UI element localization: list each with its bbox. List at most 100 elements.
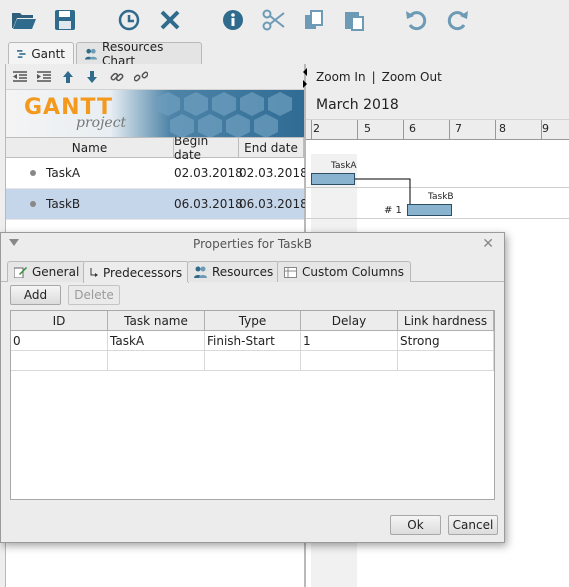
column-header-type[interactable]: Type bbox=[205, 311, 301, 330]
task-row-a[interactable]: TaskA 02.03.2018 02.03.2018 bbox=[6, 158, 308, 189]
column-header-task-name[interactable]: Task name bbox=[108, 311, 205, 330]
cancel-button[interactable]: Cancel bbox=[448, 515, 498, 535]
logo-subtitle: project bbox=[76, 115, 127, 131]
redo-icon[interactable] bbox=[443, 6, 471, 34]
people-icon bbox=[194, 266, 207, 278]
task-end-date: 06.03.2018 bbox=[239, 197, 308, 211]
tab-predecessors-label: Predecessors bbox=[103, 265, 183, 280]
column-header-id[interactable]: ID bbox=[11, 311, 108, 330]
task-bar-label: TaskA bbox=[331, 161, 357, 171]
ganttproject-logo: GANTT project bbox=[6, 90, 304, 137]
tab-resources-label: Resources bbox=[212, 265, 274, 279]
edit-icon bbox=[14, 267, 27, 278]
zoom-out-link[interactable]: Zoom Out bbox=[382, 70, 442, 84]
gantt-icon bbox=[17, 49, 26, 58]
cell-delay[interactable]: 1 bbox=[301, 331, 398, 350]
cell-task-name[interactable]: TaskA bbox=[108, 331, 205, 350]
arrow-down-right-icon bbox=[90, 267, 98, 277]
chart-row-divider bbox=[306, 187, 569, 188]
day-separator bbox=[403, 120, 404, 140]
predecessors-table: ID Task name Type Delay Link hardness 0 … bbox=[10, 310, 495, 500]
splitter-arrows-icon[interactable] bbox=[301, 66, 309, 92]
move-up-icon[interactable] bbox=[60, 69, 76, 85]
task-name: TaskA bbox=[46, 166, 81, 180]
timeline-month: March 2018 bbox=[306, 90, 569, 120]
day-separator bbox=[495, 120, 496, 140]
dependency-label: # 1 bbox=[384, 205, 402, 216]
cell-type[interactable]: Finish-Start bbox=[205, 331, 301, 350]
zoom-controls: Zoom In | Zoom Out bbox=[306, 64, 569, 90]
day-separator bbox=[311, 120, 312, 140]
unlink-icon[interactable] bbox=[133, 69, 149, 85]
move-down-icon[interactable] bbox=[84, 69, 100, 85]
column-header-begin-date[interactable]: Begin date bbox=[174, 134, 239, 162]
tab-general-label: General bbox=[32, 265, 80, 279]
dialog-title-bar[interactable]: Properties for TaskB ✕ bbox=[1, 233, 504, 255]
day-label: 2 bbox=[313, 122, 320, 135]
task-bar-b[interactable] bbox=[407, 204, 452, 216]
tab-gantt[interactable]: Gantt bbox=[8, 42, 74, 64]
ok-button[interactable]: Ok bbox=[390, 515, 441, 535]
zoom-separator: | bbox=[371, 70, 376, 84]
table-row[interactable]: 0 TaskA Finish-Start 1 Strong bbox=[11, 331, 494, 351]
copy-icon[interactable] bbox=[300, 6, 328, 34]
paste-icon[interactable] bbox=[340, 6, 368, 34]
main-tab-bar: Gantt Resources Chart bbox=[0, 40, 569, 68]
timeline-days: 2 5 6 7 8 9 bbox=[306, 120, 569, 140]
task-row-b[interactable]: TaskB 06.03.2018 06.03.2018 bbox=[6, 189, 308, 220]
day-label: 5 bbox=[364, 122, 371, 135]
table-icon bbox=[284, 266, 297, 278]
delete-x-icon[interactable] bbox=[156, 6, 184, 34]
day-label: 7 bbox=[455, 122, 462, 135]
cell-id[interactable]: 0 bbox=[11, 331, 108, 350]
day-label: 8 bbox=[499, 122, 506, 135]
column-header-link-hardness[interactable]: Link hardness bbox=[398, 311, 494, 330]
task-end-date: 02.03.2018 bbox=[239, 166, 308, 180]
task-begin-date: 06.03.2018 bbox=[174, 197, 243, 211]
task-bullet-icon bbox=[30, 170, 36, 176]
day-label: 9 bbox=[542, 122, 549, 135]
zoom-in-link[interactable]: Zoom In bbox=[316, 70, 366, 84]
dialog-title: Properties for TaskB bbox=[193, 237, 312, 251]
task-bar-label: TaskB bbox=[428, 192, 454, 202]
people-icon bbox=[85, 48, 98, 60]
column-header-end-date[interactable]: End date bbox=[239, 138, 304, 157]
column-header-name[interactable]: Name bbox=[6, 138, 174, 157]
day-label: 6 bbox=[409, 122, 416, 135]
tab-resources[interactable]: Resources bbox=[187, 261, 281, 282]
info-icon[interactable] bbox=[219, 6, 247, 34]
task-name: TaskB bbox=[46, 197, 81, 211]
tab-resources-chart[interactable]: Resources Chart bbox=[76, 40, 202, 68]
dialog-tab-bar: General Predecessors Resources Custom Co… bbox=[1, 260, 504, 283]
delete-button[interactable]: Delete bbox=[68, 285, 120, 305]
task-bullet-icon bbox=[30, 201, 36, 207]
outdent-icon[interactable] bbox=[12, 69, 28, 85]
column-header-delay[interactable]: Delay bbox=[301, 311, 398, 330]
indent-icon[interactable] bbox=[36, 69, 52, 85]
link-icon[interactable] bbox=[109, 69, 125, 85]
open-folder-icon[interactable] bbox=[10, 6, 38, 34]
tab-custom-columns-label: Custom Columns bbox=[302, 265, 404, 279]
undo-icon[interactable] bbox=[403, 6, 431, 34]
day-separator bbox=[449, 120, 450, 140]
cut-scissors-icon[interactable] bbox=[260, 6, 288, 34]
task-tree-toolbar bbox=[6, 64, 304, 90]
dialog-menu-icon[interactable] bbox=[9, 239, 19, 247]
history-clock-icon[interactable] bbox=[115, 6, 143, 34]
task-properties-dialog: Properties for TaskB ✕ General Predecess… bbox=[0, 232, 505, 543]
tab-predecessors[interactable]: Predecessors bbox=[83, 261, 190, 283]
tab-gantt-label: Gantt bbox=[31, 46, 65, 61]
save-icon[interactable] bbox=[51, 6, 79, 34]
task-bar-a[interactable] bbox=[311, 173, 355, 185]
predecessors-table-header: ID Task name Type Delay Link hardness bbox=[11, 311, 494, 331]
tab-general[interactable]: General bbox=[7, 261, 87, 282]
day-separator bbox=[357, 120, 358, 140]
table-row-empty[interactable] bbox=[11, 351, 494, 371]
close-icon[interactable]: ✕ bbox=[482, 236, 494, 252]
task-table-header: Name Begin date End date bbox=[6, 134, 304, 162]
cell-link-hardness[interactable]: Strong bbox=[398, 331, 494, 350]
tab-custom-columns[interactable]: Custom Columns bbox=[277, 261, 411, 282]
chart-row-divider bbox=[306, 218, 569, 219]
task-begin-date: 02.03.2018 bbox=[174, 166, 243, 180]
add-button[interactable]: Add bbox=[10, 285, 61, 305]
